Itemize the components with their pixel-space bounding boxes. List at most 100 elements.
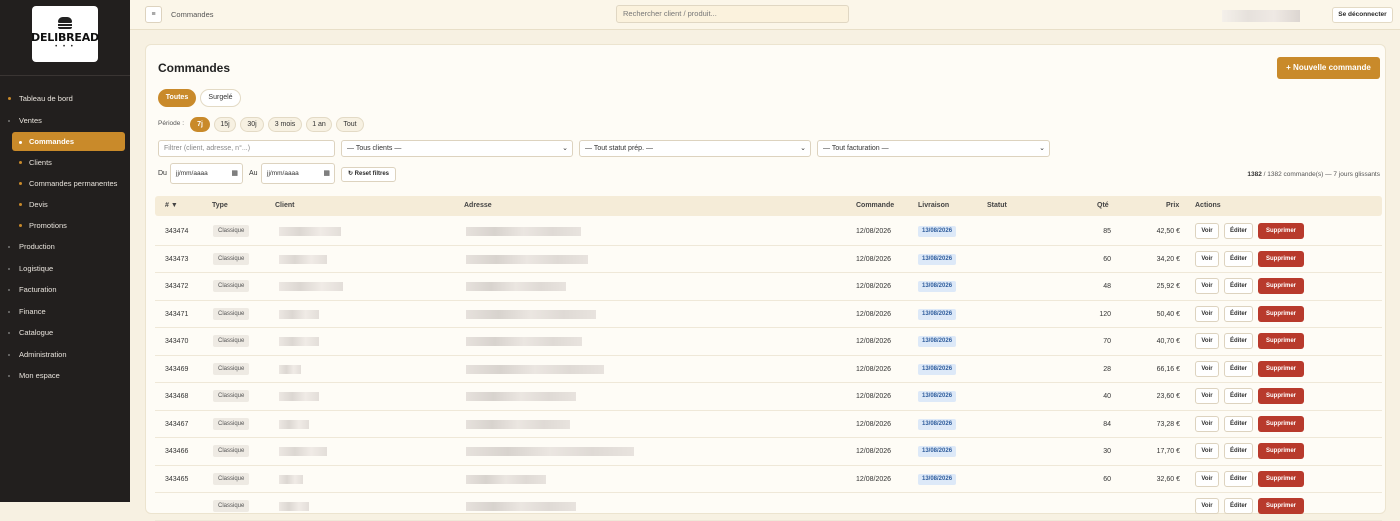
view-button[interactable]: Voir	[1195, 278, 1219, 294]
table-row[interactable]: 343472 Classique 12/08/2026 13/08/2026 48 25,…	[155, 273, 1382, 301]
periode-15j[interactable]: 15j	[214, 117, 236, 132]
delete-button[interactable]: Supprimer	[1258, 443, 1304, 459]
bullet-icon	[8, 289, 10, 291]
edit-button[interactable]: Éditer	[1224, 223, 1253, 239]
clients-select[interactable]: — Tous clients — ⌄	[341, 140, 573, 157]
delete-button[interactable]: Supprimer	[1258, 388, 1304, 404]
sidebar-item-catalogue[interactable]: Catalogue	[0, 322, 130, 344]
sidebar-item-administration[interactable]: Administration	[0, 344, 130, 366]
tab-surgele[interactable]: Surgelé	[200, 89, 241, 107]
table-row[interactable]: 343466 Classique 12/08/2026 13/08/2026 30 17,…	[155, 438, 1382, 466]
price: 42,50 €	[1156, 228, 1180, 235]
date-from-input[interactable]: jj/mm/aaaa ▦	[170, 163, 243, 184]
client-name-redacted	[279, 392, 319, 401]
delete-button[interactable]: Supprimer	[1258, 305, 1304, 322]
delete-button[interactable]: Supprimer	[1258, 278, 1304, 294]
delete-button[interactable]: Supprimer	[1258, 333, 1304, 349]
topbar: ≡ Commandes Rechercher client / produit.…	[130, 0, 1400, 30]
sidebar-item-tableau-de-bord[interactable]: Tableau de bord	[0, 88, 130, 110]
order-id: 343473	[165, 255, 189, 263]
edit-button[interactable]: Éditer	[1224, 250, 1253, 267]
view-button[interactable]: Voir	[1195, 388, 1219, 404]
search-input[interactable]: Rechercher client / produit...	[616, 5, 849, 23]
table-row[interactable]: 343474 Classique 12/08/2026 13/08/2026 85 42,…	[155, 218, 1382, 246]
periode-1an[interactable]: 1 an	[306, 117, 332, 132]
delete-button[interactable]: Supprimer	[1258, 360, 1304, 377]
table-row[interactable]: 343469 Classique 12/08/2026 13/08/2026 28 66,…	[155, 356, 1382, 383]
view-button[interactable]: Voir	[1195, 415, 1219, 432]
delete-button[interactable]: Supprimer	[1258, 223, 1304, 239]
delete-button[interactable]: Supprimer	[1258, 470, 1304, 487]
calendar-icon[interactable]: ▦	[231, 164, 238, 183]
edit-button[interactable]: Éditer	[1224, 388, 1253, 404]
sidebar-item-clients[interactable]: Clients	[0, 152, 130, 173]
periode-tout[interactable]: Tout	[336, 117, 364, 132]
table-row[interactable]: 343473 Classique 12/08/2026 13/08/2026 60 34,…	[155, 246, 1382, 273]
delete-button[interactable]: Supprimer	[1258, 498, 1304, 514]
sidebar-item-ventes[interactable]: Ventes	[0, 110, 130, 132]
delivery-date-badge: 13/08/2026	[918, 226, 957, 237]
edit-button[interactable]: Éditer	[1224, 333, 1253, 349]
facturation-select-value: — Tout facturation —	[823, 145, 889, 152]
sidebar-item-finance[interactable]: Finance	[0, 301, 130, 323]
quantity: 28	[1103, 365, 1111, 373]
menu-toggle-icon[interactable]: ≡	[145, 6, 162, 23]
filter-text-input[interactable]: Filtrer (client, adresse, n°...)	[158, 140, 335, 157]
periode-30j[interactable]: 30j	[240, 117, 264, 132]
sidebar-item-production[interactable]: Production	[0, 236, 130, 258]
sidebar-item-commandes-permanentes[interactable]: Commandes permanentes	[0, 173, 130, 194]
edit-button[interactable]: Éditer	[1224, 415, 1253, 432]
type-badge: Classique	[213, 280, 250, 292]
table-row[interactable]: 343468 Classique 12/08/2026 13/08/2026 40 23,…	[155, 383, 1382, 411]
delivery-date-badge: 13/08/2026	[918, 253, 957, 265]
quantity: 60	[1103, 475, 1111, 483]
view-button[interactable]: Voir	[1195, 223, 1219, 239]
view-button[interactable]: Voir	[1195, 470, 1219, 487]
table-row[interactable]: 343465 Classique 12/08/2026 13/08/2026 60 32,…	[155, 466, 1382, 493]
sidebar-item-mon-espace[interactable]: Mon espace	[0, 365, 130, 387]
facturation-select[interactable]: — Tout facturation — ⌄	[817, 140, 1050, 157]
edit-button[interactable]: Éditer	[1224, 470, 1253, 487]
view-button[interactable]: Voir	[1195, 305, 1219, 322]
sidebar-item-commandes[interactable]: Commandes	[12, 132, 125, 151]
table-row[interactable]: 343471 Classique 12/08/2026 13/08/2026 120 50…	[155, 301, 1382, 328]
sidebar-item-promotions[interactable]: Promotions	[0, 215, 130, 236]
table-row[interactable]: Classique Voir Éditer Supprimer	[155, 493, 1382, 521]
edit-button[interactable]: Éditer	[1224, 360, 1253, 377]
edit-button[interactable]: Éditer	[1224, 305, 1253, 322]
reset-filters-button[interactable]: ↻ Reset filtres	[341, 167, 396, 182]
price: 50,40 €	[1156, 310, 1180, 318]
view-button[interactable]: Voir	[1195, 360, 1219, 377]
view-button[interactable]: Voir	[1195, 250, 1219, 267]
order-id: 343472	[165, 283, 189, 290]
brand-logo[interactable]: DELIBREAD • • •	[31, 5, 99, 62]
periode-3mois[interactable]: 3 mois	[268, 117, 302, 132]
table-row[interactable]: 343470 Classique 12/08/2026 13/08/2026 70 40,…	[155, 328, 1382, 356]
tab-toutes[interactable]: Toutes	[158, 89, 196, 107]
statut-select[interactable]: — Tout statut prép. — ⌄	[579, 140, 811, 157]
date-to-input[interactable]: jj/mm/aaaa ▦	[261, 163, 335, 184]
delete-button[interactable]: Supprimer	[1258, 415, 1304, 432]
view-button[interactable]: Voir	[1195, 333, 1219, 349]
view-button[interactable]: Voir	[1195, 443, 1219, 459]
du-label: Du	[158, 170, 167, 177]
calendar-icon[interactable]: ▦	[323, 164, 330, 183]
sidebar-item-devis[interactable]: Devis	[0, 194, 130, 215]
edit-button[interactable]: Éditer	[1224, 278, 1253, 294]
sidebar-item-facturation[interactable]: Facturation	[0, 279, 130, 301]
edit-button[interactable]: Éditer	[1224, 498, 1253, 514]
client-name-redacted	[279, 419, 309, 429]
sidebar-item-label: Catalogue	[19, 328, 54, 337]
periode-7j[interactable]: 7j	[190, 117, 210, 132]
view-button[interactable]: Voir	[1195, 498, 1219, 514]
delete-button[interactable]: Supprimer	[1258, 250, 1304, 267]
sidebar-item-logistique[interactable]: Logistique	[0, 258, 130, 280]
new-order-button[interactable]: + Nouvelle commande	[1277, 57, 1380, 79]
edit-button[interactable]: Éditer	[1224, 443, 1253, 459]
order-id: 343465	[165, 475, 189, 483]
order-id: 343466	[165, 448, 189, 455]
table-row[interactable]: 343467 Classique 12/08/2026 13/08/2026 84 73,…	[155, 411, 1382, 438]
logout-button[interactable]: Se déconnecter	[1332, 7, 1393, 23]
col-num[interactable]: # ▼	[165, 202, 178, 209]
chevron-down-icon: ⌄	[800, 145, 806, 152]
